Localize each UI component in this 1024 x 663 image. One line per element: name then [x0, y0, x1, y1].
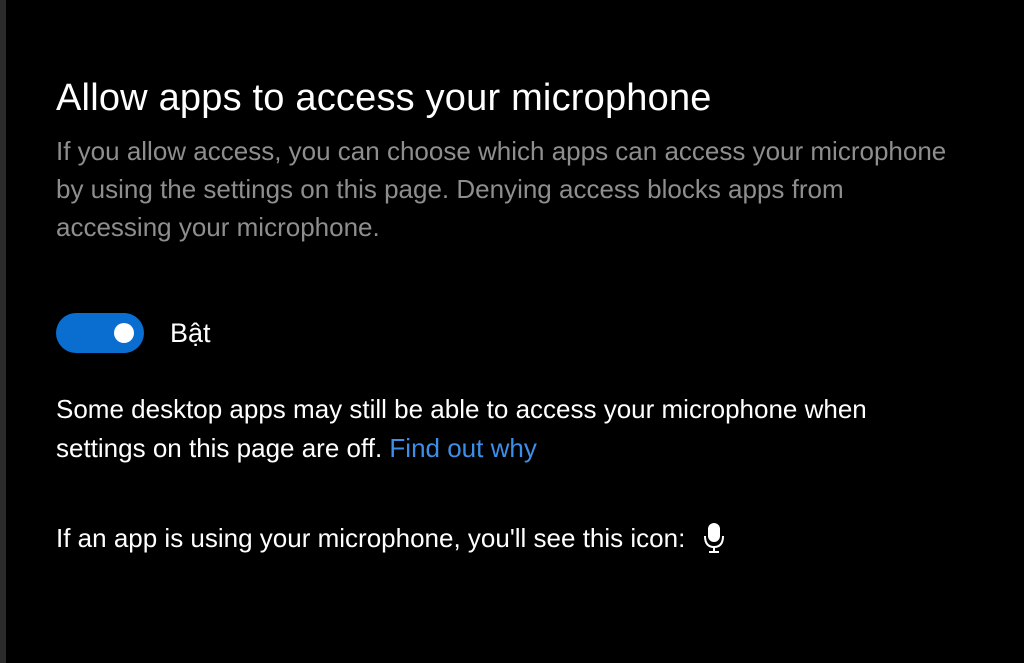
desktop-apps-note: Some desktop apps may still be able to a… [56, 390, 956, 468]
microphone-privacy-panel: Allow apps to access your microphone If … [6, 0, 1024, 663]
mic-icon-note: If an app is using your microphone, you'… [56, 518, 725, 558]
toggle-state-label: Bật [170, 318, 211, 348]
microphone-access-toggle[interactable] [56, 313, 144, 353]
mic-icon-note-text: If an app is using your microphone, you'… [56, 523, 686, 553]
toggle-knob [114, 323, 134, 343]
settings-content: Allow apps to access your microphone If … [56, 72, 956, 553]
microphone-icon [703, 522, 725, 554]
find-out-why-link[interactable]: Find out why [389, 433, 536, 463]
access-description: If you allow access, you can choose whic… [56, 136, 947, 242]
page-title: Allow apps to access your microphone [56, 77, 712, 119]
microphone-access-toggle-row: Bật [56, 312, 211, 354]
